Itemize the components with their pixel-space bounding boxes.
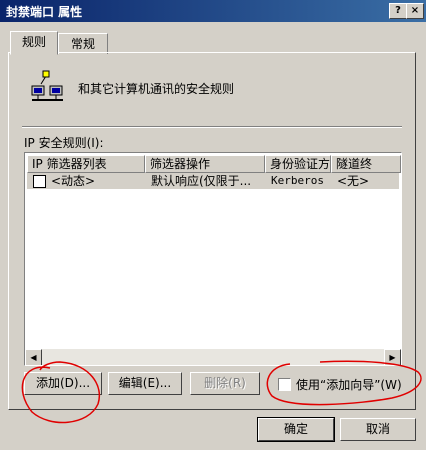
tab-rules[interactable]: 规则	[10, 31, 58, 55]
red-annotation-marks	[21, 360, 422, 424]
cancel-button[interactable]: 取消	[340, 418, 416, 441]
tab-rules-label: 规则	[21, 35, 46, 49]
ok-button[interactable]: 确定	[257, 417, 335, 442]
